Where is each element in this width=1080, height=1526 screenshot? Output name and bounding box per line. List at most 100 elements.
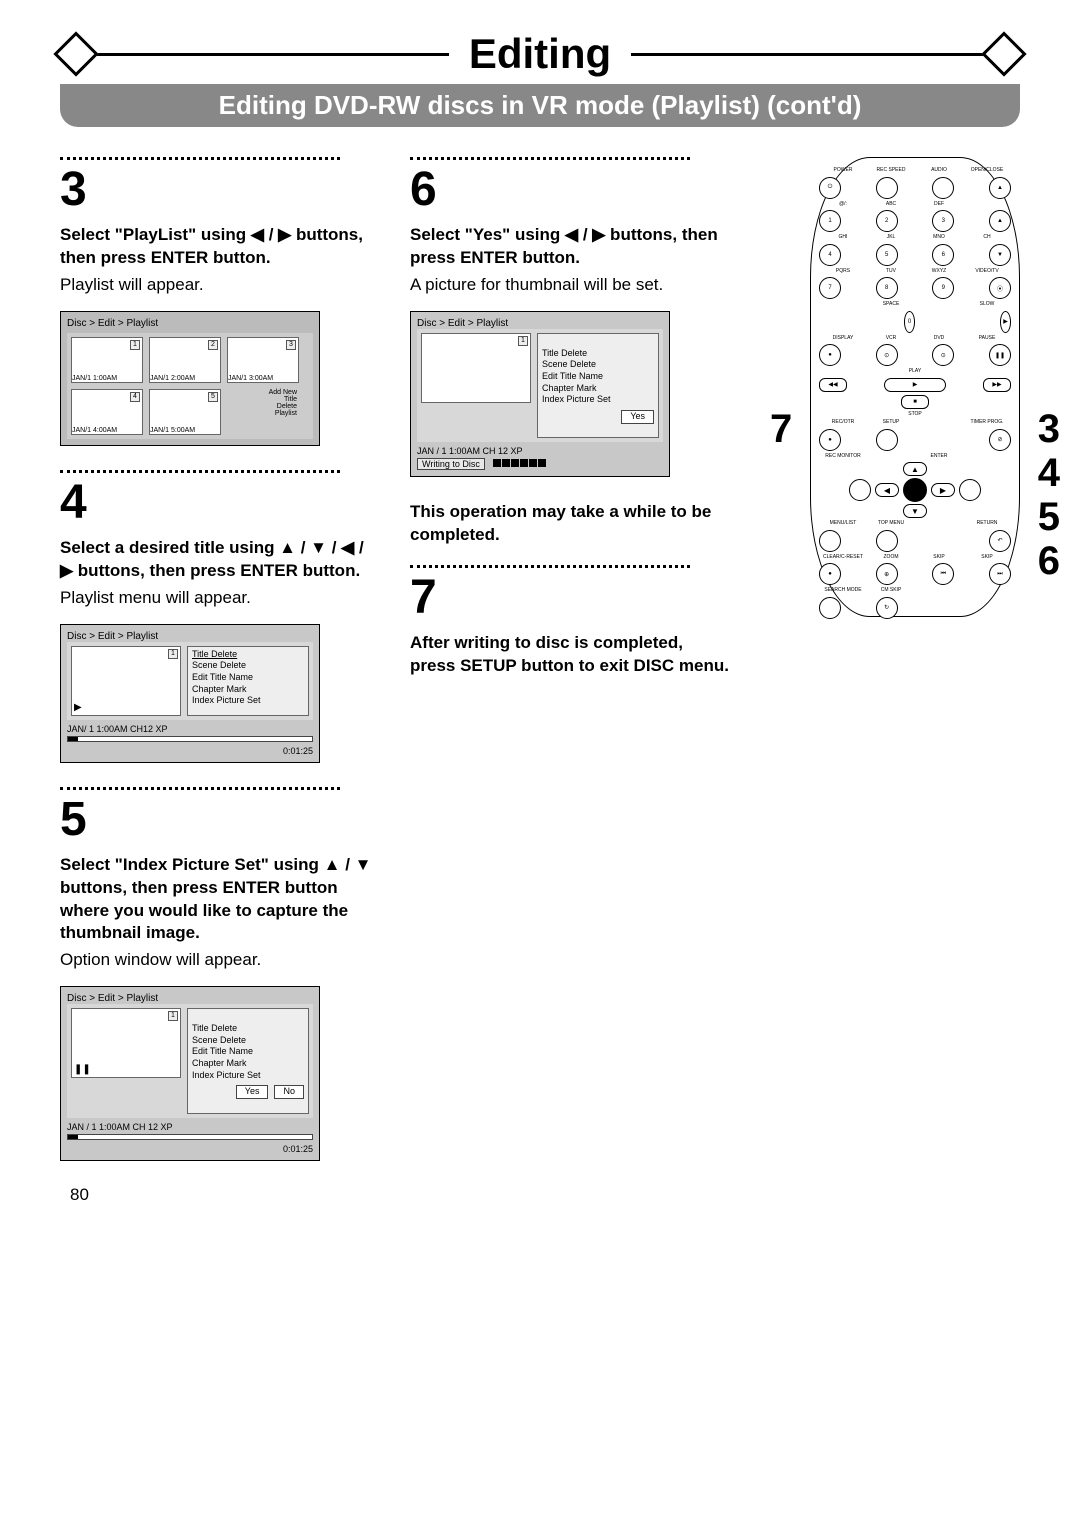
no-button: No	[274, 1085, 304, 1099]
clear-button: ●	[819, 563, 841, 585]
skip-back-button: ⏮	[932, 563, 954, 585]
rewind-button: ◀◀	[819, 378, 847, 392]
fast-forward-button: ▶▶	[983, 378, 1011, 392]
playlist-thumb: 4JAN/1 4:00AM	[71, 389, 143, 435]
breadcrumb: Disc > Edit > Playlist	[67, 993, 313, 1004]
setup-button	[876, 429, 898, 451]
playlist-add-menu: Add New Title Delete Playlist	[227, 389, 299, 435]
video-tv-button: ⦿	[989, 277, 1011, 299]
step-number: 4	[60, 479, 380, 527]
breadcrumb: Disc > Edit > Playlist	[67, 631, 313, 642]
timecode: 0:01:25	[283, 746, 313, 756]
status-text: JAN / 1 1:00AM CH 12 XP	[417, 446, 523, 456]
page-title: Editing	[469, 30, 611, 78]
step-instruction: After writing to disc is completed, pres…	[410, 632, 730, 678]
keypad-5: 5	[876, 244, 898, 266]
dpad: ▲ ◀ ▶ ▼	[819, 462, 1011, 518]
playlist-thumb: 1JAN/1 1:00AM	[71, 337, 143, 383]
playlist-thumb: 2JAN/1 2:00AM	[149, 337, 221, 383]
pause-button: ❚❚	[989, 344, 1011, 366]
step-result: A picture for thumbnail will be set.	[410, 274, 730, 297]
writing-indicator: Writing to Disc	[417, 458, 485, 470]
yes-button: Yes	[236, 1085, 269, 1099]
rec-button: ●	[819, 429, 841, 451]
step-number: 5	[60, 796, 380, 844]
cm-skip-button: ↻	[876, 597, 898, 619]
vcr-button: ⊙	[876, 344, 898, 366]
ch-up: ▲	[989, 210, 1011, 232]
top-menu-button	[876, 530, 898, 552]
rec-speed-button	[876, 177, 898, 199]
enter-button	[903, 478, 927, 502]
decor-diamond-right	[981, 31, 1026, 76]
step-instruction: Select "Index Picture Set" using ▲ / ▼ b…	[60, 854, 380, 946]
keypad-3: 3	[932, 210, 954, 232]
zoom-button: ⊕	[876, 563, 898, 585]
keypad-9: 9	[932, 277, 954, 299]
step-note: This operation may take a while to be co…	[410, 501, 730, 547]
rec-monitor-button	[849, 479, 871, 501]
step-number: 3	[60, 166, 380, 214]
keypad-4: 4	[819, 244, 841, 266]
step-number: 6	[410, 166, 730, 214]
step-result: Option window will appear.	[60, 949, 380, 972]
step-result: Playlist menu will appear.	[60, 587, 380, 610]
progress-blocks	[493, 459, 546, 467]
divider	[60, 787, 340, 790]
keypad-1: 1	[819, 210, 841, 232]
playlist-thumb: 5JAN/1 5:00AM	[149, 389, 221, 435]
osd-writing: Disc > Edit > Playlist 1 Title Delete Sc…	[410, 311, 670, 478]
preview-pane: 1▶	[71, 646, 181, 716]
callout-number: 7	[770, 407, 792, 452]
status-text: JAN/ 1 1:00AM CH12 XP	[67, 724, 168, 734]
keypad-8: 8	[876, 277, 898, 299]
breadcrumb: Disc > Edit > Playlist	[417, 318, 663, 329]
audio-button	[932, 177, 954, 199]
page-subtitle: Editing DVD-RW discs in VR mode (Playlis…	[60, 84, 1020, 127]
timer-prog-button: ⊘	[989, 429, 1011, 451]
options-list: Title Delete Scene Delete Edit Title Nam…	[537, 333, 659, 439]
page-header: Editing Editing DVD-RW discs in VR mode …	[60, 30, 1020, 127]
remote-control-diagram: POWERREC SPEEDAUDIOOPEN/CLOSE ⏻ ▲ @/:ABC…	[810, 157, 1020, 617]
stop-button: ■	[901, 395, 929, 409]
return-button: ↶	[989, 530, 1011, 552]
divider	[410, 565, 690, 568]
step-instruction: Select a desired title using ▲ / ▼ / ◀ /…	[60, 537, 380, 583]
dpad-down: ▼	[903, 504, 927, 518]
options-list: Title Delete Scene Delete Edit Title Nam…	[187, 1008, 309, 1114]
playlist-thumb: 3JAN/1 3:00AM	[227, 337, 299, 383]
status-text: JAN / 1 1:00AM CH 12 XP	[67, 1122, 173, 1132]
preview-pane: 1	[421, 333, 531, 403]
keypad-6: 6	[932, 244, 954, 266]
open-close-button: ▲	[989, 177, 1011, 199]
skip-fwd-button: ⏭	[989, 563, 1011, 585]
dpad-right: ▶	[931, 483, 955, 497]
osd-index-picture: Disc > Edit > Playlist 1❚❚ Title Delete …	[60, 986, 320, 1161]
step-instruction: Select "PlayList" using ◀ / ▶ buttons, t…	[60, 224, 380, 270]
osd-title-menu: Disc > Edit > Playlist 1▶ Title Delete S…	[60, 624, 320, 763]
keypad-7: 7	[819, 277, 841, 299]
yes-button: Yes	[621, 410, 654, 424]
breadcrumb: Disc > Edit > Playlist	[67, 318, 313, 329]
menu-list-button	[819, 530, 841, 552]
power-button: ⏻	[819, 177, 841, 199]
callout-numbers: 3 4 5 6	[1038, 407, 1060, 583]
dpad-up: ▲	[903, 462, 927, 476]
slow-button: ▶	[1000, 311, 1011, 333]
divider	[60, 157, 340, 160]
osd-playlist-grid: Disc > Edit > Playlist 1JAN/1 1:00AM 2JA…	[60, 311, 320, 446]
divider	[410, 157, 690, 160]
side-button	[959, 479, 981, 501]
search-mode-button	[819, 597, 841, 619]
ch-down: ▼	[989, 244, 1011, 266]
divider	[60, 470, 340, 473]
page-number: 80	[70, 1185, 89, 1205]
options-list: Title Delete Scene Delete Edit Title Nam…	[187, 646, 309, 716]
step-number: 7	[410, 574, 730, 622]
keypad-2: 2	[876, 210, 898, 232]
keypad-0: 0	[904, 311, 915, 333]
decor-diamond-left	[53, 31, 98, 76]
display-button: ●	[819, 344, 841, 366]
dpad-left: ◀	[875, 483, 899, 497]
step-instruction: Select "Yes" using ◀ / ▶ buttons, then p…	[410, 224, 730, 270]
